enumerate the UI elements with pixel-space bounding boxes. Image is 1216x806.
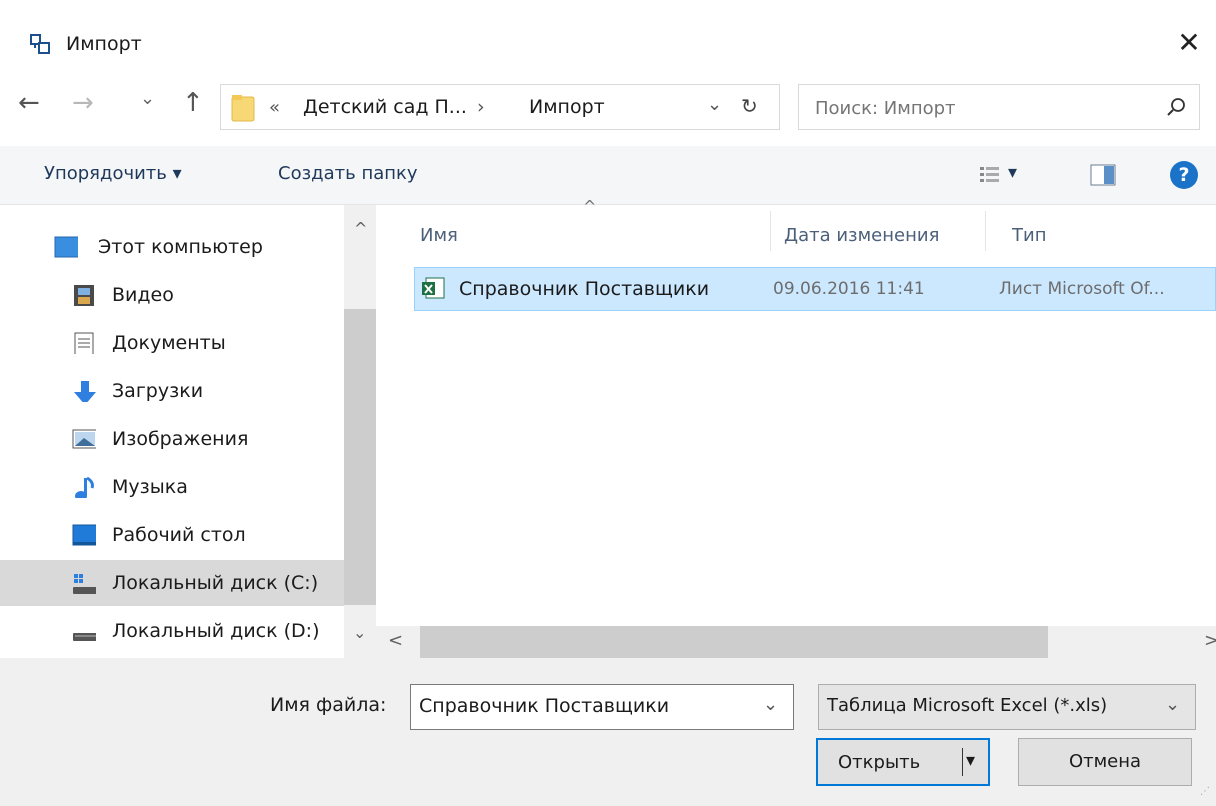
open-options-dropdown[interactable]: ▾ xyxy=(966,750,975,771)
command-toolbar: Упорядочить ▾ Создать папку ▾ ? xyxy=(0,146,1216,205)
sidebar-item-this-pc[interactable]: Этот компьютер xyxy=(0,224,344,270)
column-header-name[interactable]: Имя xyxy=(420,225,458,246)
search-icon[interactable] xyxy=(1167,97,1187,117)
navigation-pane: Этот компьютер Видео Документы Загрузки … xyxy=(0,205,344,658)
scrollbar-thumb[interactable] xyxy=(344,309,376,605)
documents-icon xyxy=(74,332,94,354)
filename-label: Имя файла: xyxy=(270,694,387,716)
search-input[interactable] xyxy=(813,94,1157,122)
view-options-button[interactable]: ▾ xyxy=(980,162,1026,188)
scroll-down-button[interactable]: ⌄ xyxy=(353,623,366,642)
sidebar-item-documents[interactable]: Документы xyxy=(0,320,344,366)
downloads-icon xyxy=(74,381,96,402)
new-folder-button[interactable]: Создать папку xyxy=(278,163,418,184)
app-icon xyxy=(30,34,50,54)
back-button[interactable]: ← xyxy=(18,88,40,118)
drive-c-icon xyxy=(73,574,96,594)
breadcrumb-overflow[interactable]: « xyxy=(269,97,280,118)
drive-d-icon xyxy=(73,633,96,641)
sidebar-item-desktop[interactable]: Рабочий стол xyxy=(0,512,344,558)
sidebar-item-label: Загрузки xyxy=(112,380,204,402)
breadcrumb-parent[interactable]: Детский сад П... xyxy=(303,96,467,118)
breadcrumb-separator[interactable]: › xyxy=(477,96,485,118)
sidebar-item-label: Документы xyxy=(112,332,226,354)
breadcrumb-current[interactable]: Импорт xyxy=(529,96,605,118)
table-row[interactable]: Справочник Поставщики 09.06.2016 11:41 Л… xyxy=(414,267,1216,311)
open-button[interactable]: Открыть ▾ xyxy=(816,738,990,786)
sort-indicator-icon: ^ xyxy=(583,197,597,216)
excel-file-icon xyxy=(422,277,445,299)
view-dropdown-icon: ▾ xyxy=(1008,162,1018,183)
sidebar-item-downloads[interactable]: Загрузки xyxy=(0,368,344,414)
split-divider xyxy=(962,748,963,776)
filename-input[interactable]: Справочник Поставщики xyxy=(419,695,669,717)
sidebar-item-label: Локальный диск (D:) xyxy=(112,620,320,642)
scroll-left-button[interactable]: < xyxy=(388,630,403,651)
address-dropdown-button[interactable]: ⌄ xyxy=(707,94,722,115)
scroll-up-button[interactable]: ^ xyxy=(354,219,367,238)
file-list-horizontal-scrollbar[interactable]: < > xyxy=(376,626,1216,658)
sidebar-item-video[interactable]: Видео xyxy=(0,272,344,318)
sidebar-item-drive-d[interactable]: Локальный диск (D:) xyxy=(0,608,344,654)
column-divider[interactable] xyxy=(985,211,986,251)
navigation-scrollbar[interactable]: ^ ⌄ xyxy=(344,205,376,658)
open-button-label: Открыть xyxy=(838,752,921,773)
sidebar-item-label: Видео xyxy=(112,284,174,306)
computer-icon xyxy=(54,236,78,258)
file-type: Лист Microsoft Of... xyxy=(999,279,1165,299)
recent-locations-button[interactable]: ⌄ xyxy=(140,88,155,109)
view-list-icon xyxy=(980,167,999,182)
file-type-filter-select[interactable]: Таблица Microsoft Excel (*.xls) ⌄ xyxy=(818,684,1196,730)
search-box[interactable] xyxy=(798,84,1200,130)
cancel-button[interactable]: Отмена xyxy=(1018,738,1192,786)
file-name: Справочник Поставщики xyxy=(459,278,710,300)
window-title: Импорт xyxy=(66,33,142,55)
resize-grip-icon[interactable]: ⋰ xyxy=(1200,786,1212,798)
scrollbar-thumb[interactable] xyxy=(420,626,1048,658)
file-type-filter-value: Таблица Microsoft Excel (*.xls) xyxy=(827,695,1108,716)
pictures-icon xyxy=(72,429,96,449)
up-button[interactable]: ↑ xyxy=(182,88,204,118)
organize-button[interactable]: Упорядочить ▾ xyxy=(44,163,182,184)
sidebar-item-label: Рабочий стол xyxy=(112,524,246,546)
close-button[interactable]: ✕ xyxy=(1168,22,1210,64)
column-header-date[interactable]: Дата изменения xyxy=(784,225,939,246)
refresh-button[interactable]: ↻ xyxy=(741,94,758,118)
sidebar-item-label: Локальный диск (C:) xyxy=(112,572,319,594)
file-type-dropdown-icon: ⌄ xyxy=(1165,694,1181,715)
scroll-right-button[interactable]: > xyxy=(1204,630,1216,651)
column-header-type[interactable]: Тип xyxy=(1012,225,1046,246)
dialog-footer: Имя файла: Справочник Поставщики ⌄ Табли… xyxy=(0,658,1216,806)
folder-icon xyxy=(231,95,255,122)
column-divider[interactable] xyxy=(770,211,771,251)
address-bar[interactable]: « Детский сад П... › Импорт ⌄ ↻ xyxy=(220,84,780,130)
music-icon xyxy=(75,476,94,498)
sidebar-item-pictures[interactable]: Изображения xyxy=(0,416,344,462)
sidebar-item-label: Этот компьютер xyxy=(98,236,263,258)
video-icon xyxy=(74,285,94,306)
sidebar-item-music[interactable]: Музыка xyxy=(0,464,344,510)
title-bar: Импорт ✕ xyxy=(0,0,1216,74)
desktop-icon xyxy=(72,524,96,546)
sidebar-item-label: Изображения xyxy=(112,428,249,450)
preview-pane-button[interactable] xyxy=(1090,164,1116,186)
file-date: 09.06.2016 11:41 xyxy=(773,279,925,299)
sidebar-item-drive-c[interactable]: Локальный диск (C:) xyxy=(0,560,344,606)
forward-button[interactable]: → xyxy=(72,88,94,118)
sidebar-item-label: Музыка xyxy=(112,476,188,498)
help-button[interactable]: ? xyxy=(1170,161,1198,189)
filename-dropdown-button[interactable]: ⌄ xyxy=(763,694,778,715)
filename-combobox[interactable]: Справочник Поставщики ⌄ xyxy=(410,684,794,730)
